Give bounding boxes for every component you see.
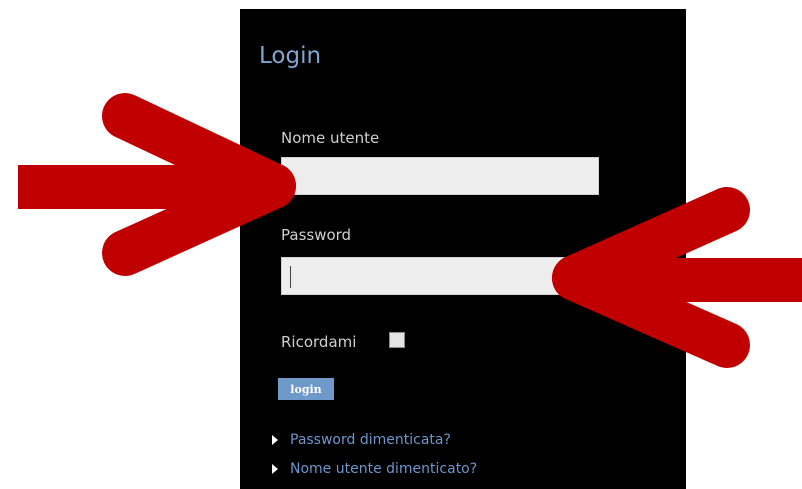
annotation-arrows xyxy=(18,93,802,368)
right-pointing-arrow-icon xyxy=(18,93,296,276)
left-pointing-arrow-icon xyxy=(552,187,802,368)
